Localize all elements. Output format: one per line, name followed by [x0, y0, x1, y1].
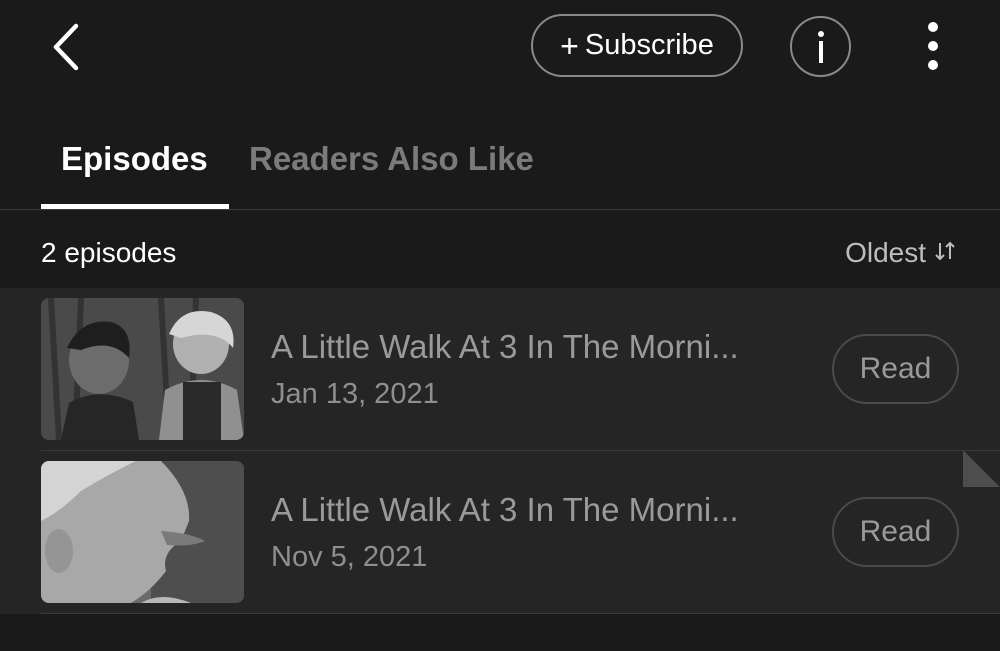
tab-episodes[interactable]: Episodes — [61, 140, 208, 178]
tab-readers-also-like[interactable]: Readers Also Like — [249, 140, 534, 178]
episode-list: A Little Walk At 3 In The Morni... Jan 1… — [0, 288, 1000, 614]
episode-count: 2 episodes — [41, 237, 177, 268]
episode-thumbnail — [41, 298, 244, 440]
info-button[interactable] — [790, 16, 851, 77]
more-options-button[interactable] — [918, 20, 948, 72]
chevron-left-icon — [53, 23, 79, 71]
back-button[interactable] — [48, 22, 88, 72]
tab-bar: Episodes Readers Also Like — [0, 120, 1000, 210]
subscribe-button[interactable]: + Subscribe — [531, 14, 743, 77]
episode-title: A Little Walk At 3 In The Morni... — [271, 491, 739, 528]
sort-label: Oldest — [845, 237, 926, 268]
read-button[interactable]: Read — [832, 497, 959, 567]
corner-fold-icon — [963, 450, 1000, 487]
plus-icon: + — [560, 27, 579, 64]
top-bar: + Subscribe — [0, 0, 1000, 100]
divider — [0, 209, 1000, 210]
episode-thumbnail — [41, 461, 244, 603]
episode-title: A Little Walk At 3 In The Morni... — [271, 328, 739, 365]
sort-button[interactable]: Oldest — [845, 237, 956, 269]
episode-row[interactable]: A Little Walk At 3 In The Morni... Jan 1… — [0, 288, 1000, 451]
episode-date: Nov 5, 2021 — [271, 541, 428, 573]
sort-icon — [934, 237, 956, 269]
read-button[interactable]: Read — [832, 334, 959, 404]
episode-date: Jan 13, 2021 — [271, 378, 439, 410]
episode-row[interactable]: A Little Walk At 3 In The Morni... Nov 5… — [0, 451, 1000, 614]
info-icon — [817, 30, 824, 63]
subscribe-label: Subscribe — [584, 29, 714, 61]
bottom-area — [0, 614, 1000, 651]
more-vertical-icon — [928, 22, 938, 70]
